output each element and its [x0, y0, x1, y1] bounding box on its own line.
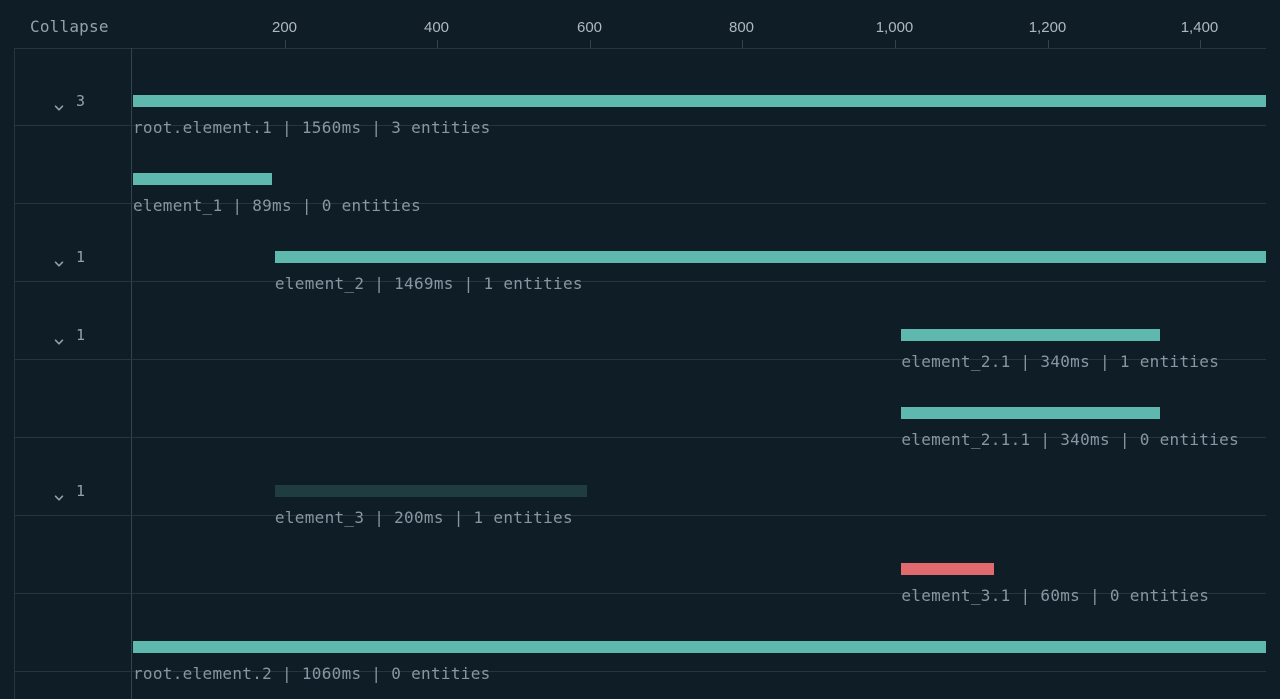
axis-tick-mark	[894, 40, 896, 48]
axis-tick-label: 1,200	[1028, 19, 1067, 36]
axis-tick-mark	[589, 40, 591, 48]
axis-tick-mark	[284, 40, 286, 48]
axis-tick-label: 400	[423, 19, 450, 36]
axis-tick-mark	[1047, 40, 1049, 48]
span-row: 1	[14, 438, 1266, 516]
chevron-down-icon	[54, 254, 64, 267]
chevron-down-icon	[54, 488, 64, 501]
span-bar[interactable]	[133, 173, 273, 185]
child-count: 1	[76, 248, 86, 266]
trace-timeline: Collapse 200 400 600 800 1,000 1,200 1,400 3 1 1…	[0, 0, 1280, 699]
span-row: 1	[14, 282, 1266, 360]
span-label: root.element.2 | 1060ms | 0 entities	[133, 664, 491, 683]
chevron-down-icon	[54, 332, 64, 345]
span-bar[interactable]	[274, 251, 1266, 263]
axis-tick-label: 200	[271, 19, 298, 36]
span-label: root.element.1 | 1560ms | 3 entities	[133, 118, 491, 137]
collapse-all-button[interactable]: Collapse	[30, 17, 109, 36]
chevron-down-icon	[54, 98, 64, 111]
span-row: 1	[14, 204, 1266, 282]
span-label: element_2 | 1469ms | 1 entities	[274, 274, 583, 293]
axis-tick-mark	[741, 40, 743, 48]
collapse-toggle[interactable]: 1	[54, 248, 86, 267]
collapse-toggle[interactable]: 1	[54, 482, 86, 501]
span-row	[14, 360, 1266, 438]
axis-tick-label: 1,400	[1180, 19, 1219, 36]
span-label: element_1 | 89ms | 0 entities	[133, 196, 422, 215]
span-row: 3	[14, 48, 1266, 126]
child-count: 1	[76, 482, 86, 500]
span-bar[interactable]	[901, 329, 1160, 341]
span-bar[interactable]	[901, 563, 995, 575]
collapse-toggle[interactable]: 1	[54, 326, 86, 345]
span-label: element_3 | 200ms | 1 entities	[274, 508, 573, 527]
span-row	[14, 594, 1266, 672]
axis-tick-label: 800	[728, 19, 755, 36]
collapse-toggle[interactable]: 3	[54, 92, 86, 111]
span-bar[interactable]	[274, 485, 587, 497]
span-label: element_2.1 | 340ms | 1 entities	[901, 352, 1220, 371]
span-bar[interactable]	[133, 95, 1266, 107]
child-count: 3	[76, 92, 86, 110]
span-label: element_3.1 | 60ms | 0 entities	[901, 586, 1210, 605]
axis-tick-label: 600	[576, 19, 603, 36]
axis-tick-mark	[1199, 40, 1201, 48]
span-row	[14, 126, 1266, 204]
axis-tick-mark	[436, 40, 438, 48]
span-bar[interactable]	[901, 407, 1160, 419]
span-label: element_2.1.1 | 340ms | 0 entities	[901, 430, 1240, 449]
child-count: 1	[76, 326, 86, 344]
span-row	[14, 516, 1266, 594]
span-bar[interactable]	[133, 641, 1266, 653]
axis-tick-label: 1,000	[875, 19, 914, 36]
